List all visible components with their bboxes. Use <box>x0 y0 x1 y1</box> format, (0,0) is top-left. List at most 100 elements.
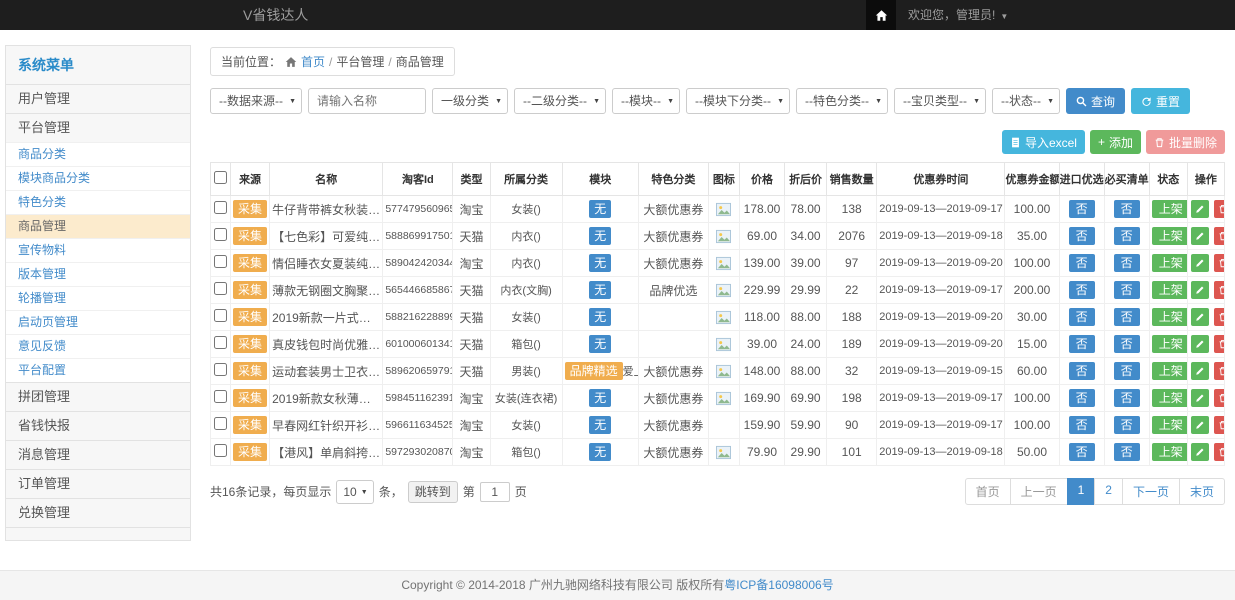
filter-select-module-subcategory[interactable]: --模块下分类-- <box>686 88 790 114</box>
pagination-button-0[interactable]: 首页 <box>965 478 1011 505</box>
sidebar-item-goods-management[interactable]: 商品管理 <box>6 214 190 238</box>
status-button[interactable]: 上架 <box>1152 308 1188 326</box>
must-buy-toggle-button[interactable]: 否 <box>1114 335 1140 353</box>
filter-select-status[interactable]: --状态-- <box>992 88 1060 114</box>
row-checkbox[interactable] <box>214 363 227 376</box>
row-checkbox[interactable] <box>214 309 227 322</box>
sidebar-item-platform-config[interactable]: 平台配置 <box>6 358 190 382</box>
home-button[interactable] <box>866 0 896 30</box>
row-checkbox[interactable] <box>214 255 227 268</box>
pagination-button-4[interactable]: 下一页 <box>1122 478 1180 505</box>
search-button[interactable]: 查询 <box>1066 88 1125 114</box>
reset-button[interactable]: 重置 <box>1131 88 1190 114</box>
pagination-button-1[interactable]: 上一页 <box>1010 478 1068 505</box>
jump-button[interactable]: 跳转到 <box>408 481 458 503</box>
imported-toggle-button[interactable]: 否 <box>1069 281 1095 299</box>
pagination-button-2[interactable]: 1 <box>1067 478 1096 505</box>
status-button[interactable]: 上架 <box>1152 227 1188 245</box>
delete-button[interactable] <box>1214 443 1224 461</box>
sidebar-item-carousel-management[interactable]: 轮播管理 <box>6 286 190 310</box>
edit-button[interactable] <box>1191 362 1209 380</box>
row-checkbox[interactable] <box>214 228 227 241</box>
edit-button[interactable] <box>1191 281 1209 299</box>
row-checkbox[interactable] <box>214 444 227 457</box>
sidebar-item-groupbuy-management[interactable]: 拼团管理 <box>6 382 190 411</box>
edit-button[interactable] <box>1191 254 1209 272</box>
sidebar-item-version-management[interactable]: 版本管理 <box>6 262 190 286</box>
must-buy-toggle-button[interactable]: 否 <box>1114 281 1140 299</box>
delete-button[interactable] <box>1214 416 1224 434</box>
select-all-checkbox[interactable] <box>214 171 227 184</box>
must-buy-toggle-button[interactable]: 否 <box>1114 308 1140 326</box>
status-button[interactable]: 上架 <box>1152 443 1188 461</box>
must-buy-toggle-button[interactable]: 否 <box>1114 389 1140 407</box>
row-checkbox[interactable] <box>214 390 227 403</box>
filter-select-level1-category[interactable]: 一级分类 <box>432 88 508 114</box>
delete-button[interactable] <box>1214 362 1224 380</box>
imported-toggle-button[interactable]: 否 <box>1069 362 1095 380</box>
must-buy-toggle-button[interactable]: 否 <box>1114 416 1140 434</box>
import-excel-button[interactable]: 导入excel <box>1002 130 1085 154</box>
sidebar-item-user-management[interactable]: 用户管理 <box>6 84 190 113</box>
add-button[interactable]: + 添加 <box>1090 130 1141 154</box>
sidebar-item-goods-category[interactable]: 商品分类 <box>6 142 190 166</box>
filter-select-module[interactable]: --模块-- <box>612 88 680 114</box>
row-checkbox[interactable] <box>214 417 227 430</box>
edit-button[interactable] <box>1191 335 1209 353</box>
row-checkbox[interactable] <box>214 201 227 214</box>
sidebar-item-order-management[interactable]: 订单管理 <box>6 469 190 498</box>
status-button[interactable]: 上架 <box>1152 281 1188 299</box>
delete-button[interactable] <box>1214 308 1224 326</box>
icp-link[interactable]: 粤ICP备16098006号 <box>724 578 833 592</box>
row-checkbox[interactable] <box>214 336 227 349</box>
delete-button[interactable] <box>1214 227 1224 245</box>
filter-select-data-source[interactable]: --数据来源-- <box>210 88 302 114</box>
edit-button[interactable] <box>1191 443 1209 461</box>
sidebar-item-feedback[interactable]: 意见反馈 <box>6 334 190 358</box>
sidebar-item-exchange-management[interactable]: 兑换管理 <box>6 498 190 527</box>
must-buy-toggle-button[interactable]: 否 <box>1114 200 1140 218</box>
name-search-input[interactable] <box>308 88 426 114</box>
edit-button[interactable] <box>1191 389 1209 407</box>
imported-toggle-button[interactable]: 否 <box>1069 227 1095 245</box>
must-buy-toggle-button[interactable]: 否 <box>1114 362 1140 380</box>
sidebar-item-module-goods-category[interactable]: 模块商品分类 <box>6 166 190 190</box>
status-button[interactable]: 上架 <box>1152 200 1188 218</box>
delete-button[interactable] <box>1214 389 1224 407</box>
edit-button[interactable] <box>1191 308 1209 326</box>
edit-button[interactable] <box>1191 227 1209 245</box>
imported-toggle-button[interactable]: 否 <box>1069 443 1095 461</box>
must-buy-toggle-button[interactable]: 否 <box>1114 254 1140 272</box>
must-buy-toggle-button[interactable]: 否 <box>1114 443 1140 461</box>
status-button[interactable]: 上架 <box>1152 362 1188 380</box>
delete-button[interactable] <box>1214 254 1224 272</box>
delete-button[interactable] <box>1214 335 1224 353</box>
imported-toggle-button[interactable]: 否 <box>1069 308 1095 326</box>
pagination-button-5[interactable]: 末页 <box>1179 478 1225 505</box>
sidebar-item-promo-materials[interactable]: 宣传物料 <box>6 238 190 262</box>
pagination-button-3[interactable]: 2 <box>1094 478 1123 505</box>
delete-button[interactable] <box>1214 200 1224 218</box>
filter-select-level2-category[interactable]: --二级分类-- <box>514 88 606 114</box>
sidebar-item-platform-management[interactable]: 平台管理 <box>6 113 190 142</box>
sidebar-item-saving-express[interactable]: 省钱快报 <box>6 411 190 440</box>
imported-toggle-button[interactable]: 否 <box>1069 254 1095 272</box>
imported-toggle-button[interactable]: 否 <box>1069 416 1095 434</box>
sidebar-item-message-management[interactable]: 消息管理 <box>6 440 190 469</box>
page-size-select[interactable]: 10 <box>336 480 373 504</box>
imported-toggle-button[interactable]: 否 <box>1069 335 1095 353</box>
breadcrumb-home-link[interactable]: 首页 <box>301 53 325 70</box>
sidebar-item-splash-page-management[interactable]: 启动页管理 <box>6 310 190 334</box>
delete-button[interactable] <box>1214 281 1224 299</box>
edit-button[interactable] <box>1191 200 1209 218</box>
filter-select-item-type[interactable]: --宝贝类型-- <box>894 88 986 114</box>
status-button[interactable]: 上架 <box>1152 389 1188 407</box>
sidebar-item-featured-category[interactable]: 特色分类 <box>6 190 190 214</box>
row-checkbox[interactable] <box>214 282 227 295</box>
imported-toggle-button[interactable]: 否 <box>1069 200 1095 218</box>
bulk-delete-button[interactable]: 批量删除 <box>1146 130 1225 154</box>
user-menu[interactable]: 欢迎您，管理员! <box>896 0 1020 30</box>
must-buy-toggle-button[interactable]: 否 <box>1114 227 1140 245</box>
filter-select-featured-category[interactable]: --特色分类-- <box>796 88 888 114</box>
status-button[interactable]: 上架 <box>1152 254 1188 272</box>
